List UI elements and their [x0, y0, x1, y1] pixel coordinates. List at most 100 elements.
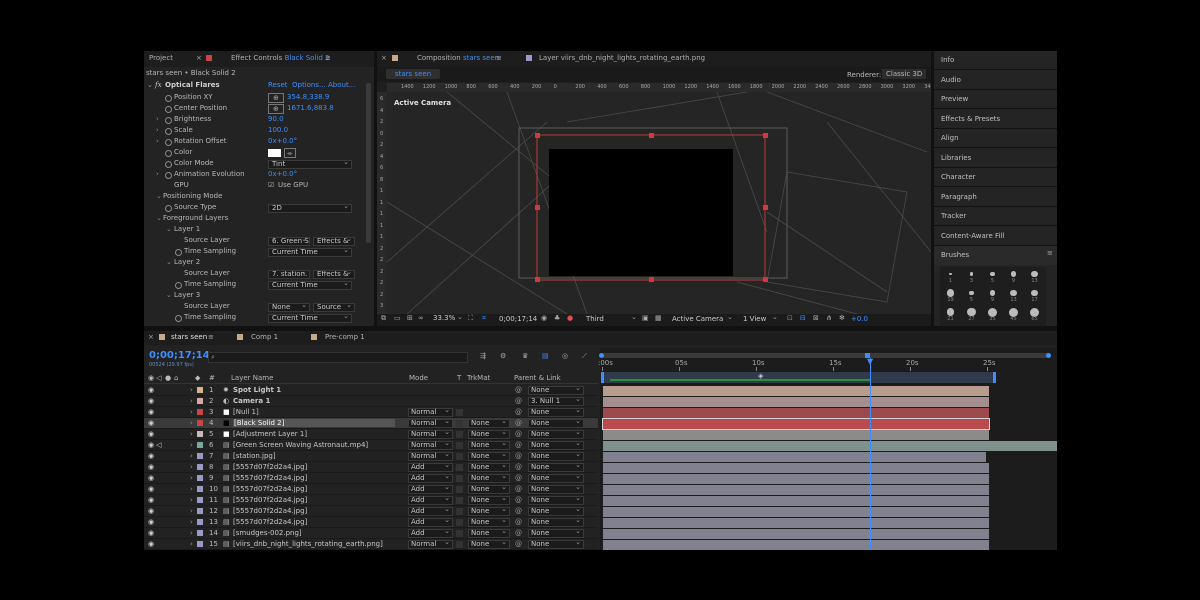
transform-handle[interactable]	[535, 133, 540, 138]
tab-pre-comp-1[interactable]: Pre-comp 1	[325, 333, 365, 341]
preserve-transparency-box[interactable]	[456, 530, 463, 537]
chevron-down-icon[interactable]: ⌄	[631, 313, 637, 321]
layer-name[interactable]: [Adjustment Layer 1]	[233, 430, 307, 438]
effect-property-value[interactable]: 0x+0.0°	[268, 137, 297, 145]
eye-icon[interactable]: ◉	[148, 441, 154, 449]
pick-whip-icon[interactable]: @	[515, 441, 522, 449]
stopwatch-icon[interactable]	[175, 249, 182, 256]
eye-icon[interactable]: ◉	[148, 386, 154, 394]
parent-dropdown[interactable]: None	[528, 495, 584, 505]
disclosure-closed-icon[interactable]: ›	[190, 474, 193, 482]
effect-property-row[interactable]: › Brightness 90.0	[144, 115, 374, 126]
track-matte-dropdown[interactable]: None	[468, 473, 510, 483]
layer-name[interactable]: [Null 1]	[233, 408, 259, 416]
tab-stars-seen[interactable]: stars seen	[171, 333, 207, 341]
side-panel-item[interactable]: Content-Aware Fill	[934, 227, 1057, 246]
brush-preset[interactable]: 5	[961, 286, 982, 305]
preserve-transparency-box[interactable]	[456, 420, 463, 427]
brush-preset[interactable]: 27	[961, 305, 982, 324]
layer-name[interactable]: [5557d07f2d2a4.jpg]	[233, 463, 307, 471]
hamburger-icon[interactable]: ≡	[1047, 249, 1053, 257]
disclosure-closed-icon[interactable]: ›	[190, 419, 193, 427]
source-mode-dropdown[interactable]: Source	[313, 303, 355, 312]
pick-whip-icon[interactable]: @	[515, 496, 522, 504]
blend-mode-dropdown[interactable]: Add	[408, 528, 453, 538]
source-mode-dropdown[interactable]: Effects &	[313, 237, 355, 246]
time-ruler[interactable]: :00s 05s 10s 15s 20s 25s	[598, 359, 1057, 371]
track-matte-dropdown[interactable]: None	[468, 539, 510, 549]
frame-blend-icon[interactable]: ▤	[542, 352, 549, 360]
disclosure-closed-icon[interactable]: ›	[156, 115, 159, 123]
side-panel-item[interactable]: Info	[934, 51, 1057, 70]
pick-whip-icon[interactable]: @	[515, 452, 522, 460]
shy-icon[interactable]: ♛	[522, 352, 528, 360]
playhead-icon[interactable]: ▼	[867, 357, 873, 366]
layer-duration-bar[interactable]	[603, 396, 989, 407]
time-sampling-dropdown[interactable]: Current Time	[268, 314, 352, 323]
effect-property-value[interactable]: 100.0	[268, 126, 288, 134]
layer-label-color[interactable]	[197, 541, 203, 547]
fast-preview-icon[interactable]: ▦	[655, 314, 662, 322]
side-panel-item[interactable]: Paragraph	[934, 188, 1057, 207]
brush-preset[interactable]: 3	[961, 267, 982, 286]
side-panel-item[interactable]: Align	[934, 129, 1057, 148]
pick-whip-icon[interactable]: @	[515, 507, 522, 515]
effect-property-row[interactable]: Time Sampling Current Time	[144, 280, 374, 291]
disclosure-closed-icon[interactable]: ›	[190, 507, 193, 515]
col-layer-name[interactable]: Layer Name	[231, 374, 273, 382]
track-matte-dropdown[interactable]: None	[468, 517, 510, 527]
effect-property-row[interactable]: GPU ☑ Use GPU	[144, 181, 374, 192]
preserve-transparency-box[interactable]	[456, 409, 463, 416]
layer-duration-bar[interactable]	[603, 484, 989, 495]
parent-dropdown[interactable]: None	[528, 473, 584, 483]
close-icon[interactable]: ×	[381, 54, 387, 62]
eye-icon[interactable]: ◉	[148, 485, 154, 493]
layer-label-color[interactable]	[197, 398, 203, 404]
effect-property-value[interactable]: 354.8,338.9	[287, 93, 329, 101]
eye-icon[interactable]: ◉	[148, 518, 154, 526]
work-area-end[interactable]	[1046, 353, 1051, 358]
preserve-transparency-box[interactable]	[456, 464, 463, 471]
disclosure-closed-icon[interactable]: ›	[190, 518, 193, 526]
time-sampling-dropdown[interactable]: Current Time	[268, 281, 352, 290]
blend-mode-dropdown[interactable]: Add	[408, 506, 453, 516]
side-panel-item[interactable]: Preview	[934, 90, 1057, 109]
transparency-grid-icon[interactable]: ▣	[642, 314, 649, 322]
guides-icon[interactable]: ⊞	[407, 314, 413, 322]
effect-property-row[interactable]: › Animation Evolution 0x+0.0°	[144, 170, 374, 181]
track-matte-dropdown[interactable]: None	[468, 495, 510, 505]
timeline-icon[interactable]: ⊠	[813, 314, 819, 322]
show-snapshot-icon[interactable]: ♣	[554, 314, 560, 322]
region-icon[interactable]: ⌗	[482, 314, 486, 323]
effect-property-row[interactable]: ⌄ Layer 2	[144, 258, 374, 269]
layer-duration-bar[interactable]	[602, 417, 990, 430]
track-matte-dropdown[interactable]: None	[468, 440, 510, 450]
layer-name[interactable]: [Green Screen Waving Astronaut.mp4]	[233, 441, 368, 449]
pick-whip-icon[interactable]: @	[515, 419, 522, 427]
track-matte-dropdown[interactable]: None	[468, 429, 510, 439]
monitor-icon[interactable]: ▭	[394, 314, 401, 322]
blend-mode-dropdown[interactable]: Add	[408, 484, 453, 494]
eye-icon[interactable]: ◉	[148, 430, 154, 438]
parent-dropdown[interactable]: None	[528, 528, 584, 538]
parent-dropdown[interactable]: 3. Null 1	[528, 396, 584, 406]
eye-icon[interactable]: ◉	[148, 397, 154, 405]
close-icon[interactable]: ×	[148, 333, 154, 341]
disclosure-closed-icon[interactable]: ›	[156, 137, 159, 145]
effect-property-row[interactable]: › Rotation Offset 0x+0.0°	[144, 137, 374, 148]
current-time-indicator[interactable]	[870, 358, 871, 550]
layer-duration-bar[interactable]	[603, 495, 989, 506]
pick-whip-icon[interactable]: @	[515, 408, 522, 416]
preserve-transparency-box[interactable]	[456, 508, 463, 515]
disclosure-closed-icon[interactable]: ›	[156, 126, 159, 134]
view-layout-dropdown[interactable]: 1 View	[743, 315, 766, 323]
stopwatch-icon[interactable]	[165, 95, 172, 102]
pick-whip-icon[interactable]: @	[515, 463, 522, 471]
motion-blur-icon[interactable]: ◎	[562, 352, 568, 360]
disclosure-open-icon[interactable]: ⌄	[156, 214, 162, 222]
col-trkmat[interactable]: TrkMat	[467, 374, 490, 382]
comp-viewport[interactable]: Active Camera	[387, 92, 931, 314]
about-link[interactable]: About...	[328, 81, 355, 89]
brush-preset[interactable]: 13	[1003, 286, 1024, 305]
tab-comp-1[interactable]: Comp 1	[251, 333, 278, 341]
